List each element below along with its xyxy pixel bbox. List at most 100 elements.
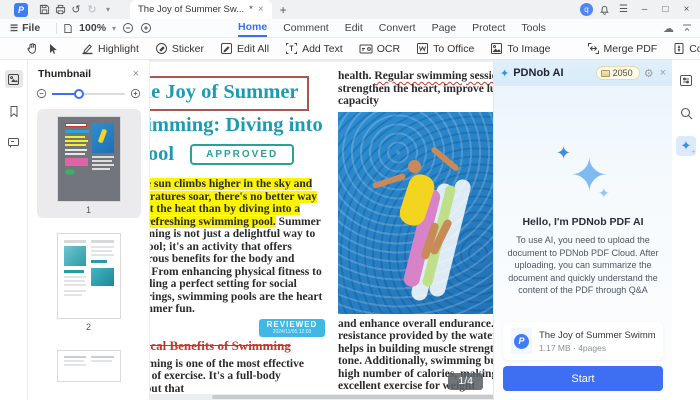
zoom-out-icon[interactable] bbox=[122, 22, 134, 34]
ai-sparkle-icon: ✦ bbox=[500, 67, 509, 80]
titlebar: P ↺ ↻ ▾ The Joy of Summer Sw... * × + q … bbox=[0, 0, 700, 19]
ai-file-card[interactable]: P The Joy of Summer Swimming(2) 1.17 MB … bbox=[503, 322, 663, 360]
properties-panel-icon[interactable] bbox=[676, 70, 696, 90]
document-title-line3: a Pool bbox=[150, 140, 174, 169]
add-text-button[interactable]: Add Text bbox=[285, 42, 343, 55]
thumbnail-size-slider[interactable] bbox=[52, 93, 125, 95]
pdf-page: The Joy of Summer Swimming: Diving into … bbox=[150, 62, 493, 394]
approved-stamp[interactable]: APPROVED bbox=[190, 144, 294, 165]
thumbnail-page-number: 2 bbox=[86, 322, 91, 332]
section-heading-strikethrough[interactable]: Physical Benefits of Swimming bbox=[150, 338, 325, 354]
zoom-in-icon[interactable] bbox=[140, 22, 152, 34]
thumbnail-page-number: 1 bbox=[86, 205, 91, 215]
compress-pdf-button[interactable]: Compress PDF bbox=[673, 42, 700, 55]
thumb-zoom-out-icon[interactable] bbox=[36, 88, 47, 99]
rectangle-annotation[interactable]: The Joy of Summer bbox=[150, 76, 309, 111]
ai-panel-close-icon[interactable]: × bbox=[660, 67, 666, 79]
ai-assistant-icon[interactable]: ✦ bbox=[676, 136, 696, 156]
benefits-paragraph: Swimming is one of the most effective fo… bbox=[150, 358, 325, 395]
page-thumbnail-1[interactable]: 1 bbox=[37, 109, 141, 218]
edit-all-button[interactable]: Edit All bbox=[220, 42, 269, 55]
bookmark-panel-icon[interactable] bbox=[5, 102, 23, 120]
zoom-level-value[interactable]: 100% bbox=[79, 22, 106, 34]
document-viewport[interactable]: The Joy of Summer Swimming: Diving into … bbox=[150, 60, 493, 400]
comment-panel-icon[interactable] bbox=[5, 134, 23, 152]
tab-page[interactable]: Page bbox=[432, 20, 457, 36]
thumbnail-preview bbox=[58, 117, 120, 201]
tab-home[interactable]: Home bbox=[238, 19, 267, 37]
to-image-button[interactable]: To Image bbox=[490, 42, 550, 55]
edit-all-label: Edit All bbox=[237, 43, 269, 55]
sticker-label: Sticker bbox=[172, 43, 204, 55]
toolbar-dropdown-icon[interactable]: ▾ bbox=[100, 2, 116, 18]
page-thumbnail-3[interactable] bbox=[37, 343, 141, 384]
ai-welcome-title: Hello, I'm PDNob PDF AI bbox=[494, 216, 672, 228]
file-menu[interactable]: ☰ File bbox=[0, 22, 50, 34]
undo-icon[interactable]: ↺ bbox=[68, 2, 84, 18]
swimmer-photo bbox=[338, 112, 493, 314]
credits-badge[interactable]: 2050 bbox=[596, 66, 640, 80]
thumbnail-panel: Thumbnail × bbox=[28, 60, 150, 400]
divider bbox=[56, 23, 57, 34]
compress-pdf-label: Compress PDF bbox=[689, 43, 700, 55]
hand-tool-button[interactable] bbox=[26, 42, 39, 55]
squiggly-annotation[interactable]: Regular swimming sessions can bbox=[374, 70, 493, 82]
save-icon[interactable] bbox=[36, 2, 52, 18]
horizontal-scrollbar[interactable] bbox=[212, 395, 493, 399]
select-tool-button[interactable] bbox=[47, 43, 59, 55]
ai-file-meta: 1.17 MB · 4pages bbox=[539, 343, 655, 353]
page-thumbnail-2[interactable]: 2 bbox=[37, 226, 141, 335]
reviewed-stamp-label: REVIEWED bbox=[259, 320, 325, 329]
reviewed-stamp-date: 2024/11/05 12:03 bbox=[259, 329, 325, 335]
merge-pdf-button[interactable]: Merge PDF bbox=[587, 42, 658, 55]
column2-top-paragraph: health. Regular swimming sessions can st… bbox=[338, 70, 493, 108]
window-minimize-button[interactable]: – bbox=[637, 4, 652, 15]
tab-comment[interactable]: Comment bbox=[283, 20, 329, 36]
reviewed-stamp[interactable]: REVIEWED 2024/11/05 12:03 bbox=[259, 319, 325, 337]
app-menu-icon[interactable]: ☰ bbox=[616, 4, 631, 15]
thumbnail-panel-close-icon[interactable]: × bbox=[133, 68, 139, 80]
collapse-toolbar-icon[interactable] bbox=[682, 23, 692, 33]
to-office-button[interactable]: To Office bbox=[416, 42, 474, 55]
document-title-line1-box: The Joy of Summer bbox=[150, 76, 325, 111]
window-close-button[interactable]: × bbox=[679, 4, 694, 15]
thumbnail-panel-icon[interactable] bbox=[5, 70, 23, 88]
tab-close-icon[interactable]: × bbox=[258, 4, 264, 15]
credits-value: 2050 bbox=[613, 68, 633, 78]
tab-edit[interactable]: Edit bbox=[345, 20, 363, 36]
page-fit-icon[interactable] bbox=[63, 23, 73, 34]
notification-bell-icon[interactable] bbox=[599, 4, 610, 15]
ai-start-button[interactable]: Start bbox=[503, 366, 663, 391]
sticker-button[interactable]: Sticker bbox=[155, 42, 204, 55]
menubar: ☰ File 100% ▾ Home Comment Edit Convert … bbox=[0, 19, 700, 38]
user-avatar[interactable]: q bbox=[580, 3, 593, 16]
search-icon[interactable] bbox=[676, 103, 696, 123]
app-logo-icon: P bbox=[14, 3, 28, 17]
ai-welcome-body: To use AI, you need to upload the docume… bbox=[506, 234, 660, 297]
window-maximize-button[interactable]: □ bbox=[658, 4, 673, 15]
highlight-label: Highlight bbox=[98, 43, 139, 55]
cloud-icon[interactable]: ☁ bbox=[663, 22, 674, 35]
zoom-dropdown-icon[interactable]: ▾ bbox=[112, 24, 116, 33]
pdf-file-icon: P bbox=[511, 328, 532, 354]
print-icon[interactable] bbox=[52, 2, 68, 18]
document-tab[interactable]: The Joy of Summer Sw... * × bbox=[130, 0, 272, 19]
tab-protect[interactable]: Protect bbox=[472, 20, 505, 36]
merge-pdf-label: Merge PDF bbox=[604, 43, 658, 55]
slider-knob[interactable] bbox=[74, 89, 84, 99]
ocr-button[interactable]: OCR bbox=[359, 43, 400, 55]
left-sidebar-rail bbox=[0, 60, 28, 400]
tab-tools[interactable]: Tools bbox=[521, 20, 546, 36]
ai-file-name: The Joy of Summer Swimming(2) bbox=[539, 330, 655, 341]
file-menu-icon: ☰ bbox=[10, 23, 18, 34]
thumb-zoom-in-icon[interactable] bbox=[130, 88, 141, 99]
tab-convert[interactable]: Convert bbox=[379, 20, 416, 36]
to-image-label: To Image bbox=[507, 43, 550, 55]
intro-paragraph: As the sun climbs higher in the sky and … bbox=[150, 178, 325, 316]
new-tab-button[interactable]: + bbox=[280, 3, 287, 17]
page-indicator-badge: 1/4 bbox=[448, 373, 483, 390]
document-tab-title: The Joy of Summer Sw... bbox=[138, 4, 244, 15]
ai-panel-title: PDNob AI bbox=[513, 67, 591, 79]
ai-settings-gear-icon[interactable]: ⚙ bbox=[644, 67, 654, 80]
highlight-button[interactable]: Highlight bbox=[81, 42, 139, 55]
